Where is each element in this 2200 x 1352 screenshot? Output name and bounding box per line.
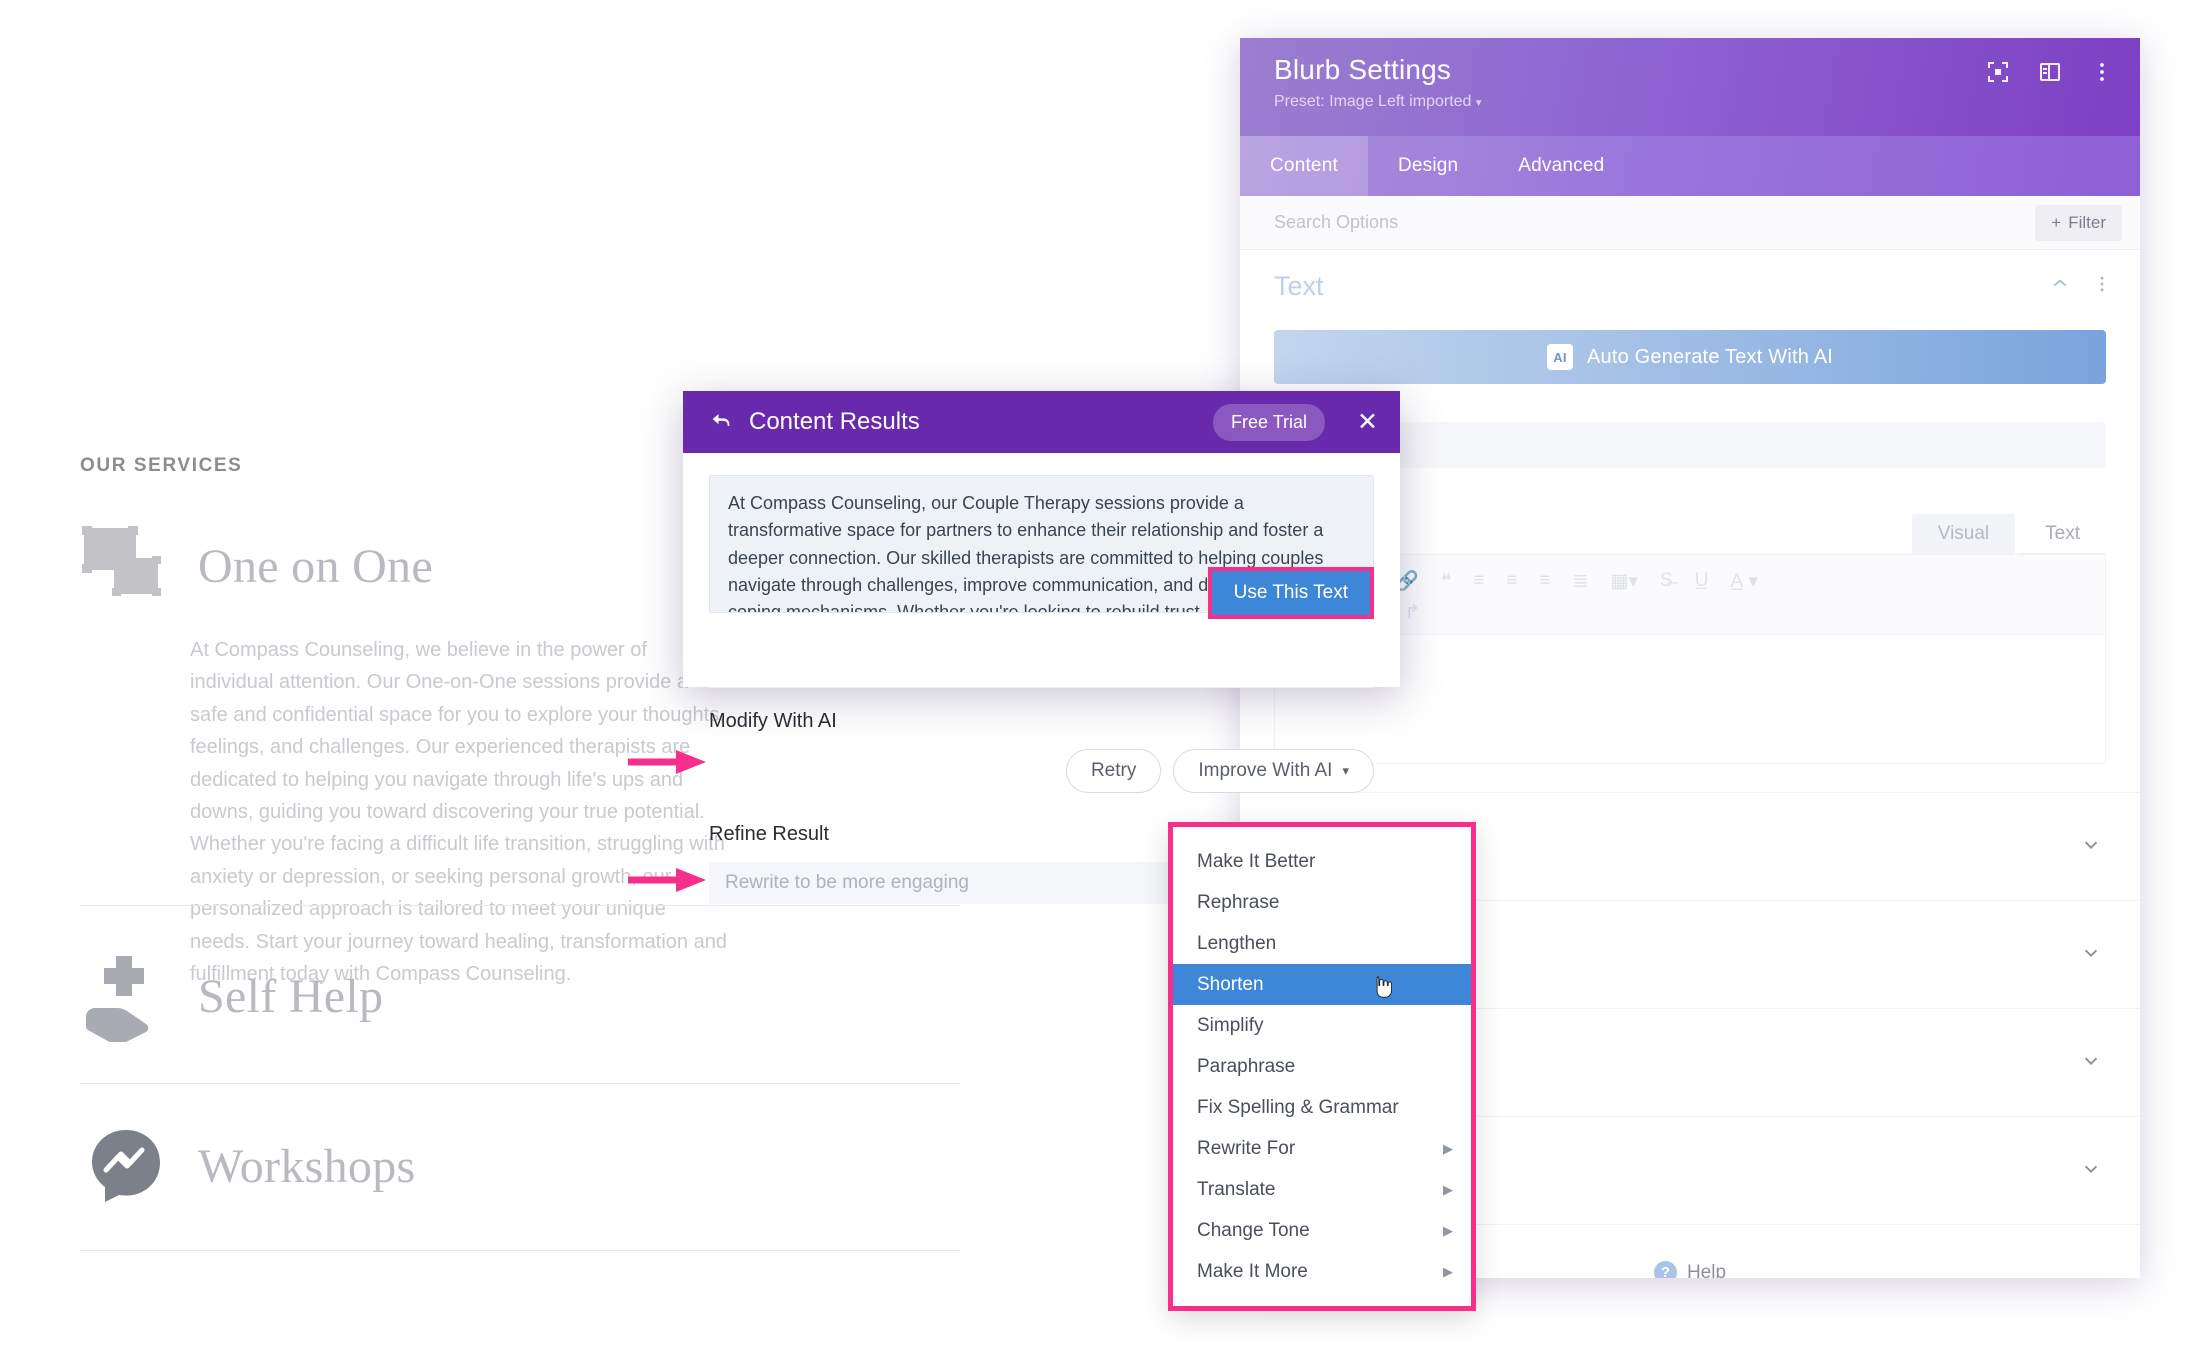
- arrow-to-refine-result: [628, 868, 706, 892]
- arrow-to-modify-with-ai: [628, 750, 706, 774]
- screenshot-root: OUR SERVICES One on One At Compass Couns…: [0, 0, 2200, 1352]
- annotation-overlay: [628, 750, 706, 892]
